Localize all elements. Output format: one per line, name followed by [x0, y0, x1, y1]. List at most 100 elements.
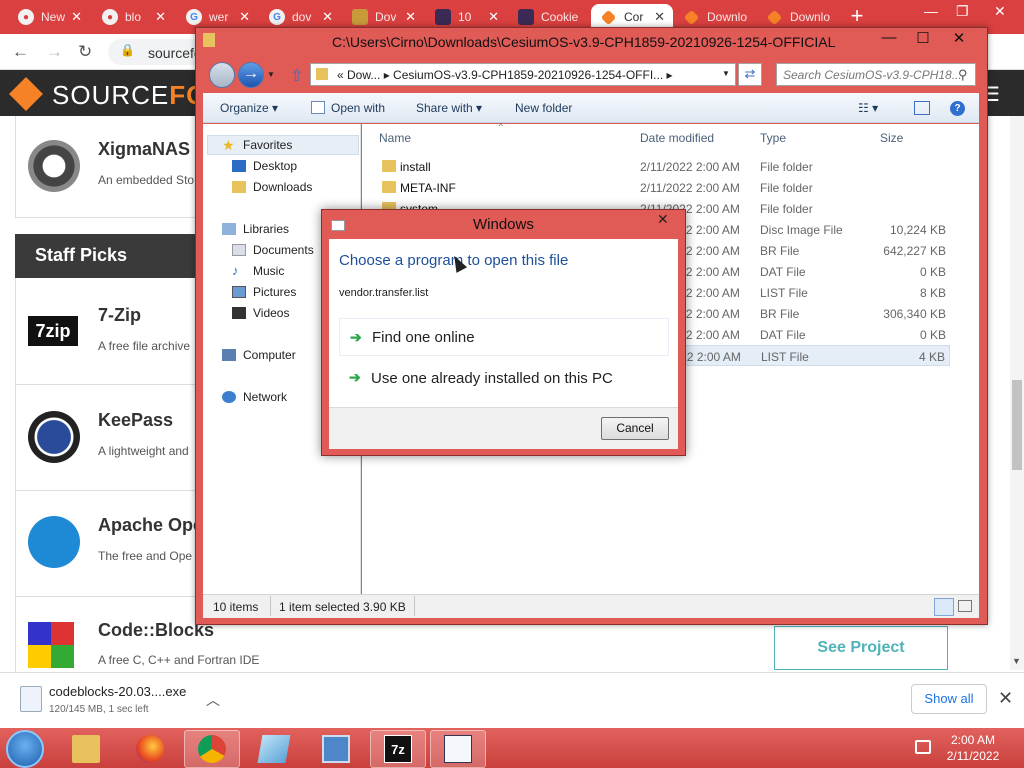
file-row[interactable]: META-INF 2/11/2022 2:00 AM File folder	[380, 177, 950, 198]
file-row[interactable]: install 2/11/2022 2:00 AM File folder	[380, 156, 950, 177]
close-tab-icon[interactable]: ✕	[322, 9, 333, 25]
taskbar-checklist[interactable]	[430, 730, 486, 768]
taskbar-chrome[interactable]	[184, 730, 240, 768]
back-arrow-icon[interactable]: ←	[12, 42, 29, 62]
lock-icon: 🔒	[120, 43, 135, 57]
cancel-button[interactable]: Cancel	[601, 417, 669, 440]
maximize-browser-button[interactable]: ❐	[956, 3, 969, 20]
project-name[interactable]: XigmaNAS	[98, 139, 190, 160]
organize-button[interactable]: Organize ▾	[220, 101, 278, 115]
find-online-option[interactable]: ➔ Find one online	[339, 318, 669, 356]
taskbar-explorer[interactable]	[58, 730, 114, 768]
taskbar-notepad[interactable]	[246, 730, 302, 768]
nav-documents[interactable]: Documents	[232, 243, 314, 257]
view-options-icon[interactable]: ☷ ▾	[858, 101, 878, 115]
use-installed-option[interactable]: ➔ Use one already installed on this PC	[339, 359, 669, 397]
close-tab-icon[interactable]: ✕	[71, 9, 82, 25]
close-icon[interactable]: ✕	[998, 688, 1013, 709]
new-folder-button[interactable]: New folder	[515, 101, 572, 115]
close-tab-icon[interactable]: ✕	[155, 9, 166, 25]
nav-pictures[interactable]: Pictures	[232, 285, 296, 299]
column-header-date[interactable]: Date modified	[640, 131, 714, 145]
window-title: C:\Users\Cirno\Downloads\CesiumOS-v3.9-C…	[332, 34, 836, 50]
card-border	[15, 278, 16, 672]
nav-music[interactable]: ♪ Music	[232, 264, 284, 278]
nav-videos[interactable]: Videos	[232, 306, 289, 320]
reload-icon[interactable]: ↻	[78, 42, 92, 62]
google-icon: G	[269, 9, 285, 25]
column-header-name[interactable]: Name	[379, 131, 411, 145]
search-icon[interactable]: ⚲	[958, 67, 968, 83]
project-desc: A lightweight and	[98, 444, 189, 458]
tray-network-icon[interactable]	[915, 740, 931, 754]
google-icon: G	[186, 9, 202, 25]
close-tab-icon[interactable]: ✕	[654, 9, 665, 25]
nav-favorites[interactable]: ★ Favorites	[222, 138, 292, 152]
sourceforge-icon	[683, 9, 700, 25]
see-project-button[interactable]: See Project	[774, 626, 948, 670]
address-dropdown-icon[interactable]: ▼	[722, 69, 730, 78]
refresh-button[interactable]: ⇄	[738, 63, 762, 86]
minimize-browser-button[interactable]: —	[924, 3, 938, 19]
system-clock[interactable]: 2:00 AM 2/11/2022	[932, 732, 1014, 764]
close-tab-icon[interactable]: ✕	[405, 9, 416, 25]
star-icon: ★	[222, 137, 235, 153]
site-icon	[435, 9, 451, 25]
address-breadcrumb[interactable]: « Dow... ▸ CesiumOS-v3.9-CPH1859-2021092…	[310, 63, 736, 86]
taskbar-control-panel[interactable]	[308, 730, 364, 768]
close-tab-icon[interactable]: ✕	[488, 9, 499, 25]
close-browser-button[interactable]: ✕	[994, 3, 1006, 20]
search-input[interactable]: Search CesiumOS-v3.9-CPH18...	[776, 63, 976, 86]
forward-arrow-icon[interactable]: →	[46, 42, 63, 62]
large-icons-view-icon[interactable]	[958, 600, 972, 612]
project-name[interactable]: KeePass	[98, 410, 173, 431]
scroll-down-icon[interactable]: ▼	[1012, 656, 1021, 666]
maximize-button[interactable]: ☐	[908, 29, 938, 47]
recent-pages-chevron-icon[interactable]: ▼	[267, 70, 275, 79]
sourceforge-icon	[600, 9, 617, 25]
minimize-button[interactable]: —	[874, 29, 904, 46]
project-name[interactable]: 7-Zip	[98, 305, 141, 326]
nav-network[interactable]: Network	[222, 390, 287, 404]
divider	[414, 596, 415, 616]
sourceforge-logo-icon	[9, 77, 43, 111]
chevron-up-icon[interactable]: ︿	[206, 690, 220, 710]
show-all-button[interactable]: Show all	[911, 684, 987, 714]
dialog-close-button[interactable]: ✕	[657, 211, 669, 228]
forward-button[interactable]: →	[238, 62, 264, 88]
back-button[interactable]	[209, 62, 235, 88]
green-arrow-icon: ➔	[350, 329, 362, 345]
download-status: 120/145 MB, 1 sec left	[49, 704, 149, 715]
start-button[interactable]	[6, 730, 44, 768]
browser-tab[interactable]: ● New ✕	[8, 4, 90, 30]
close-tab-icon[interactable]: ✕	[239, 9, 250, 25]
browser-tab[interactable]: ● blo ✕	[92, 4, 174, 30]
nav-computer[interactable]: Computer	[222, 348, 296, 362]
download-shelf	[0, 672, 1024, 728]
help-icon[interactable]: ?	[950, 101, 965, 116]
open-with-button[interactable]: Open with	[331, 101, 385, 115]
download-filename[interactable]: codeblocks-20.03....exe	[49, 684, 186, 699]
nav-libraries[interactable]: Libraries	[222, 222, 289, 236]
column-header-type[interactable]: Type	[760, 131, 786, 145]
folder-icon	[382, 160, 396, 172]
item-count: 10 items	[213, 600, 259, 614]
documents-icon	[232, 244, 246, 256]
control-panel-icon	[322, 735, 350, 763]
scrollbar-thumb[interactable]	[1012, 380, 1022, 470]
up-arrow-icon[interactable]: ⇧	[290, 66, 303, 86]
taskbar-firefox[interactable]	[122, 730, 178, 768]
close-button[interactable]: ✕	[944, 29, 974, 47]
project-name[interactable]: Apache Ope	[98, 515, 203, 536]
taskbar-7zip[interactable]: 7z	[370, 730, 426, 768]
dialog-window-icon	[331, 220, 345, 231]
nav-downloads[interactable]: Downloads	[232, 180, 312, 194]
details-view-icon[interactable]	[934, 598, 954, 616]
column-header-size[interactable]: Size	[880, 131, 903, 145]
divider	[15, 384, 195, 385]
new-tab-button[interactable]: +	[845, 5, 869, 28]
preview-pane-icon[interactable]	[914, 101, 930, 115]
share-with-button[interactable]: Share with ▾	[416, 101, 482, 115]
nav-desktop[interactable]: Desktop	[232, 159, 297, 173]
libraries-icon	[222, 223, 236, 235]
